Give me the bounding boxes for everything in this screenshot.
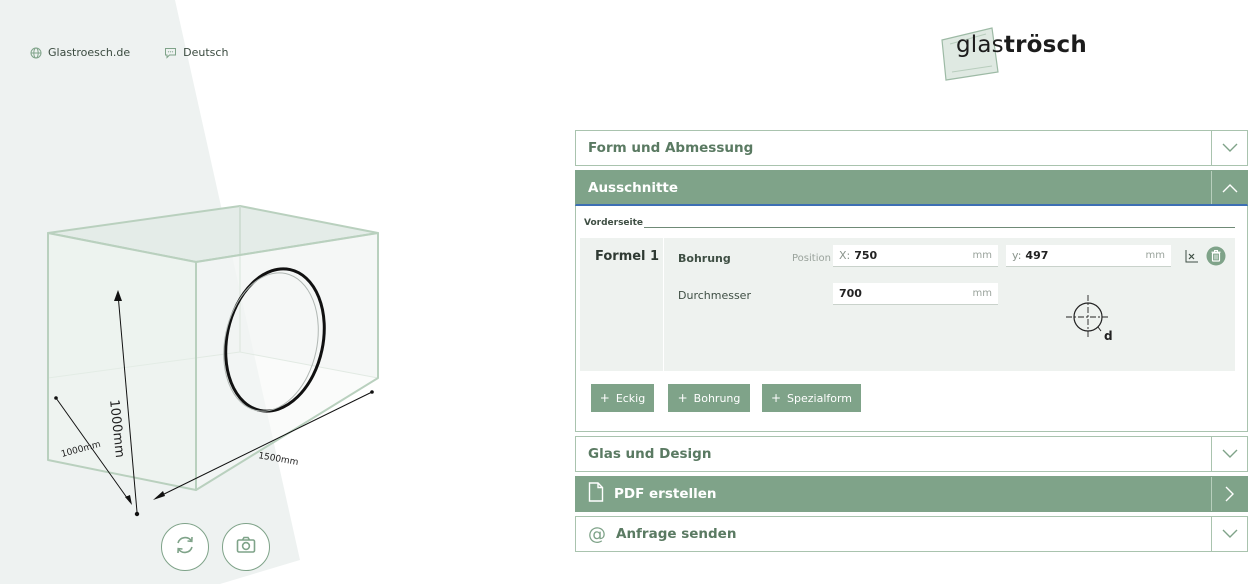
position-x-field[interactable]: X: 750 mm (833, 245, 998, 267)
section-title: Vorderseite (584, 218, 644, 228)
accordion-create-pdf[interactable]: PDF erstellen (575, 476, 1248, 512)
accordion-form-dimensions[interactable]: Form und Abmessung (575, 130, 1248, 166)
accordion-cutouts-label: Ausschnitte (588, 179, 679, 196)
plus-icon: + (770, 391, 782, 405)
x-unit: mm (972, 250, 992, 261)
reference-point-icon[interactable] (1183, 249, 1201, 269)
viewer-panel: Glastroesch.de Deutsch 1000mm 1000mm 150… (0, 0, 560, 584)
add-square-label: Eckig (615, 391, 646, 405)
add-special-shape-button[interactable]: + Spezialform (762, 384, 861, 412)
diagram-label: d (1104, 329, 1113, 343)
diameter-field[interactable]: 700 mm (833, 283, 998, 305)
y-value: 497 (1025, 249, 1049, 262)
chevron-down-icon (1211, 517, 1247, 551)
screenshot-button[interactable] (222, 523, 270, 571)
logo-light-text: glas (956, 32, 1004, 58)
diameter-value: 700 (839, 287, 862, 300)
rotate-view-button[interactable] (161, 523, 209, 571)
section-divider (644, 227, 1235, 228)
accordion-cutouts[interactable]: Ausschnitte (575, 170, 1248, 206)
diameter-unit: mm (972, 288, 992, 299)
cutouts-content: Vorderseite Formel 1 Bohrung Position X:… (575, 206, 1248, 432)
accordion-form-label: Form und Abmessung (588, 140, 754, 156)
accordion-send-request[interactable]: @ Anfrage senden (575, 516, 1248, 552)
add-special-label: Spezialform (787, 391, 853, 405)
chevron-right-icon (1211, 477, 1247, 511)
rotate-icon (173, 533, 197, 561)
camera-icon (234, 533, 258, 561)
formula-row: Formel 1 Bohrung Position X: 750 mm y: 4… (580, 238, 1235, 371)
x-value: 750 (854, 249, 878, 262)
logo-wordmark: glaströsch (956, 32, 1087, 58)
drill-hole-diagram: d (1066, 295, 1113, 343)
delete-icon[interactable] (1206, 246, 1226, 270)
position-y-field[interactable]: y: 497 mm (1006, 245, 1171, 267)
logo-bold-text: trösch (1003, 32, 1087, 58)
position-label: Position (792, 253, 831, 264)
accordion-glass-label: Glas und Design (588, 446, 712, 462)
accordion-request-label: Anfrage senden (616, 526, 737, 542)
diameter-label: Durchmesser (678, 289, 751, 302)
brand-logo: glaströsch (936, 22, 1136, 86)
cutout-type-label: Bohrung (678, 252, 731, 265)
chevron-up-icon (1211, 171, 1247, 204)
y-unit: mm (1145, 250, 1165, 261)
chevron-down-icon (1211, 131, 1247, 165)
plus-icon: + (599, 391, 610, 405)
chevron-down-icon (1211, 437, 1247, 471)
add-square-button[interactable]: + Eckig (591, 384, 654, 412)
x-prefix: X: (839, 249, 851, 262)
configurator-panel: Form und Abmessung Ausschnitte Vordersei… (575, 130, 1248, 556)
formula-name: Formel 1 (595, 249, 660, 264)
accordion-glass-design[interactable]: Glas und Design (575, 436, 1248, 472)
at-sign-icon: @ (588, 523, 606, 545)
document-icon (588, 482, 604, 506)
add-drill-button[interactable]: + Bohrung (668, 384, 750, 412)
add-drill-label: Bohrung (693, 391, 741, 405)
formula-divider (663, 238, 664, 371)
accordion-pdf-label: PDF erstellen (614, 486, 717, 502)
plus-icon: + (677, 391, 688, 405)
width-dimension-label: 1500mm (257, 451, 299, 468)
glass-box-3d-view[interactable]: 1000mm 1000mm 1500mm (0, 0, 560, 584)
y-prefix: y: (1012, 249, 1022, 262)
